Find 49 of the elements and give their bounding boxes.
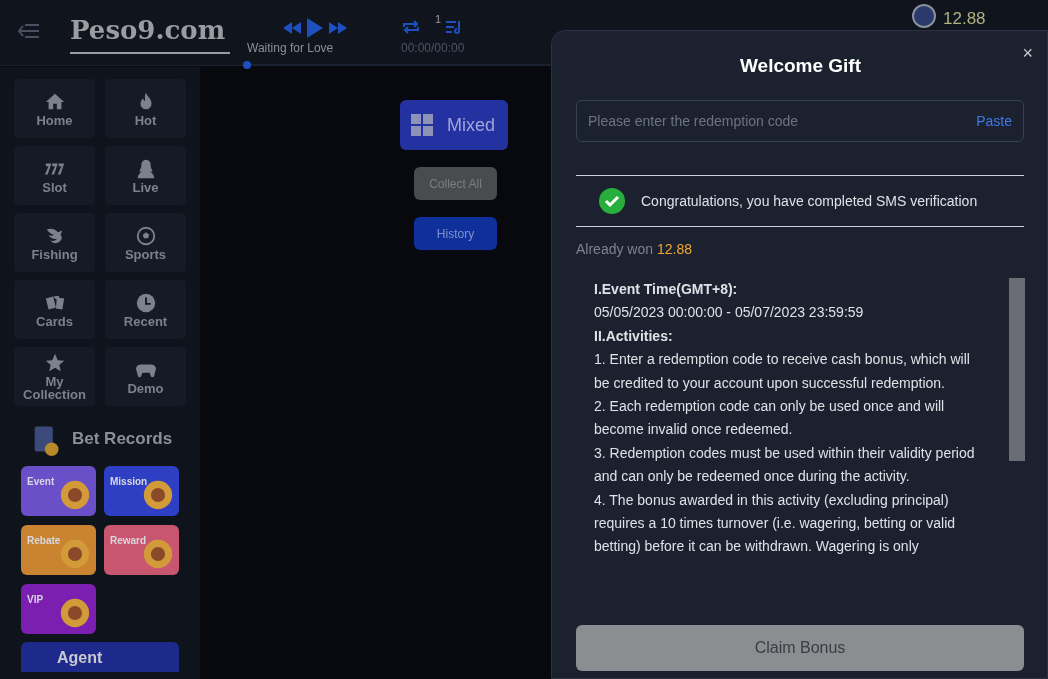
history-button[interactable]: History [414, 217, 497, 250]
already-won-label: Already won [576, 240, 654, 259]
promo-card[interactable]: Mission [104, 466, 179, 516]
bet-records-button[interactable]: Bet Records [14, 416, 186, 462]
queue-count: 1 [435, 12, 442, 27]
sidebar-item[interactable]: Hot [105, 79, 186, 138]
already-won-amount: 12.88 [657, 240, 693, 259]
rules-text: 05/05/2023 00:00:00 - 05/07/2023 23:59:59 [594, 303, 865, 323]
rules-text: 3. Redemption codes must be used within their validity period and can only be redeemed once during the activity. [594, 443, 976, 487]
site-logo[interactable]: Peso9.com [70, 8, 230, 54]
promo-card[interactable]: Reward [104, 525, 179, 575]
track-title: Waiting for Love [247, 40, 334, 57]
sidebar-item[interactable]: Recent [105, 280, 186, 339]
rules-text: 1. Enter a redemption code to receive cash bonus, which will be credited to your account upon successful redemption. [594, 350, 971, 393]
dialog-title: Welcome Gift [738, 54, 863, 78]
agent-banner[interactable]: Agent [21, 642, 179, 672]
paste-button[interactable]: Paste [976, 110, 1012, 132]
sidebar-item[interactable]: Slot [14, 146, 95, 205]
sidebar-item[interactable]: Demo [105, 347, 186, 406]
rewind-icon[interactable] [283, 22, 301, 34]
progress-track[interactable] [243, 61, 550, 69]
sidebar-item[interactable]: Home [14, 79, 95, 138]
mixed-tab[interactable]: Mixed [400, 100, 508, 150]
rules-heading: II.Activities: [594, 326, 674, 346]
sidebar-item[interactable]: Live [105, 146, 186, 205]
promo-card[interactable]: VIP [21, 584, 96, 634]
play-icon[interactable] [307, 18, 323, 38]
rules-heading: I.Event Time(GMT+8): [594, 280, 739, 299]
sidebar-item[interactable]: Cards [14, 280, 95, 339]
soccer-ball-icon [134, 224, 157, 247]
clock-icon [134, 291, 157, 314]
balance-amount: 12.88 [943, 8, 986, 30]
rules-text: 2. Each redemption code can only be used once and will become invalid once redeemed. [594, 397, 946, 440]
sidebar-item[interactable]: Fishing [14, 213, 95, 272]
rules-text: 4. The bonus awarded in this activity (excluding principal) requires a 10 times turnover (i.e. wagering, betting or valid betting) before it can be withdrawn. Wagering is only [594, 490, 957, 557]
playlist-icon[interactable] [445, 19, 463, 35]
sidebar-item[interactable]: Sports [105, 213, 186, 272]
menu-collapse-icon[interactable] [17, 22, 41, 40]
promo-card[interactable]: Event [21, 466, 96, 516]
repeat-icon[interactable] [401, 18, 421, 36]
playback-time: 00:00/00:00 [401, 40, 465, 57]
grid-icon [411, 114, 433, 136]
progress-thumb[interactable] [243, 61, 251, 69]
verification-message: Congratulations, you have completed SMS verification [641, 191, 978, 211]
redemption-code-field[interactable]: Please enter the redemption code Paste [576, 100, 1024, 142]
fast-forward-icon[interactable] [329, 22, 347, 34]
close-button[interactable]: × [1022, 43, 1033, 63]
coin-icon [912, 4, 936, 28]
sidebar-item[interactable]: My Collection [14, 347, 95, 406]
